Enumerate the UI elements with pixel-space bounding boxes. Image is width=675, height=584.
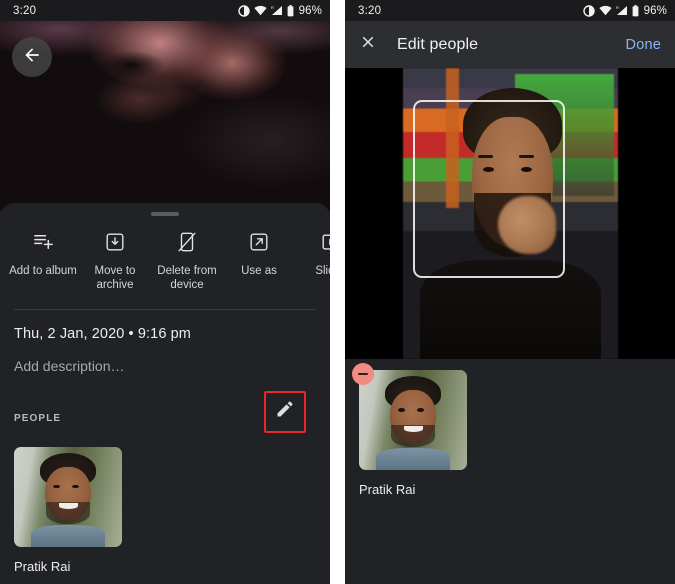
page-title: Edit people xyxy=(397,35,479,53)
delete-device-icon xyxy=(176,229,198,255)
status-time: 3:20 xyxy=(358,4,382,17)
wifi-icon xyxy=(599,5,612,16)
remove-person-button[interactable] xyxy=(352,363,374,385)
person-eye-left xyxy=(397,408,405,412)
person-avatar xyxy=(14,446,122,547)
contrast-icon xyxy=(582,4,595,17)
photo-metadata: Thu, 2 Jan, 2020 • 9:16 pm Add descripti… xyxy=(0,310,330,374)
action-label: Use as xyxy=(241,264,277,277)
svg-text:R: R xyxy=(271,5,274,10)
battery-percent: 96% xyxy=(298,4,322,17)
remove-minus-icon xyxy=(358,373,368,375)
status-icon-group: R 96% xyxy=(237,4,322,17)
dual-screenshot: 3:20 R 96% Add to album Move to archive … xyxy=(0,0,675,584)
wifi-icon xyxy=(254,5,267,16)
battery-percent: 96% xyxy=(643,4,667,17)
edit-people-highlight-wrap xyxy=(264,390,306,433)
person-name: Pratik Rai xyxy=(14,558,71,574)
back-button[interactable] xyxy=(12,37,52,77)
person-eye-left xyxy=(52,484,60,488)
contrast-icon xyxy=(237,4,250,17)
status-bar-right: 3:20 R 96% xyxy=(345,0,675,21)
edit-people-button[interactable] xyxy=(264,391,306,433)
action-row: Add to album Move to archive Delete from… xyxy=(0,226,330,292)
person-chip[interactable]: Pratik Rai xyxy=(352,363,467,497)
signal-icon: R xyxy=(616,5,628,16)
action-move-to-archive[interactable]: Move to archive xyxy=(79,226,151,292)
photo-hero[interactable] xyxy=(0,21,330,211)
face-detection-box[interactable] xyxy=(413,100,565,278)
person-shoulders xyxy=(376,448,450,470)
action-label: Slides xyxy=(315,264,330,277)
add-description-field[interactable]: Add description… xyxy=(14,358,316,374)
details-bottom-sheet: Add to album Move to archive Delete from… xyxy=(0,203,330,584)
status-time: 3:20 xyxy=(13,4,37,17)
action-slideshow[interactable]: Slides xyxy=(295,226,330,292)
edit-people-appbar: Edit people Done xyxy=(345,21,675,68)
edit-people-body: Pratik Rai xyxy=(345,359,675,584)
people-section-header: PEOPLE xyxy=(0,374,330,433)
slideshow-icon xyxy=(320,229,330,255)
people-chip-row: Pratik Rai xyxy=(0,433,330,574)
action-delete-from-device[interactable]: Delete from device xyxy=(151,226,223,292)
action-label: Move to archive xyxy=(94,264,136,291)
action-label: Delete from device xyxy=(157,264,217,291)
open-external-icon xyxy=(248,229,270,255)
archive-icon xyxy=(104,229,126,255)
back-arrow-icon xyxy=(22,45,42,70)
screenshot-separator xyxy=(330,0,345,584)
close-icon xyxy=(359,33,377,56)
person-smile xyxy=(59,502,78,509)
editable-people-chip-row: Pratik Rai xyxy=(352,363,661,497)
signal-icon: R xyxy=(271,5,283,16)
person-eye-right xyxy=(417,408,425,412)
status-icon-group: R 96% xyxy=(582,4,667,17)
person-eye-right xyxy=(72,484,80,488)
close-button[interactable] xyxy=(357,34,379,56)
photo-stage xyxy=(345,68,675,359)
person-name: Pratik Rai xyxy=(359,482,416,497)
photo-date: Thu, 2 Jan, 2020 • 9:16 pm xyxy=(14,325,191,342)
person-avatar xyxy=(359,370,467,470)
done-button[interactable]: Done xyxy=(626,37,661,53)
svg-text:R: R xyxy=(616,5,619,10)
action-label: Add to album xyxy=(9,264,77,277)
right-phone-screen: 3:20 R 96% Edit people Done Pratik Rai xyxy=(345,0,675,584)
battery-icon xyxy=(287,4,294,17)
person-shoulders xyxy=(31,524,105,547)
add-to-album-icon xyxy=(32,229,55,255)
person-smile xyxy=(404,426,423,432)
action-use-as[interactable]: Use as xyxy=(223,226,295,292)
action-add-to-album[interactable]: Add to album xyxy=(7,226,79,292)
person-chip[interactable]: Pratik Rai xyxy=(14,446,122,574)
sheet-drag-handle[interactable] xyxy=(151,212,179,216)
people-section-title: PEOPLE xyxy=(14,413,62,424)
status-bar-left: 3:20 R 96% xyxy=(0,0,330,21)
pencil-edit-icon xyxy=(275,399,295,424)
left-phone-screen: 3:20 R 96% Add to album Move to archive … xyxy=(0,0,330,584)
battery-icon xyxy=(632,4,639,17)
